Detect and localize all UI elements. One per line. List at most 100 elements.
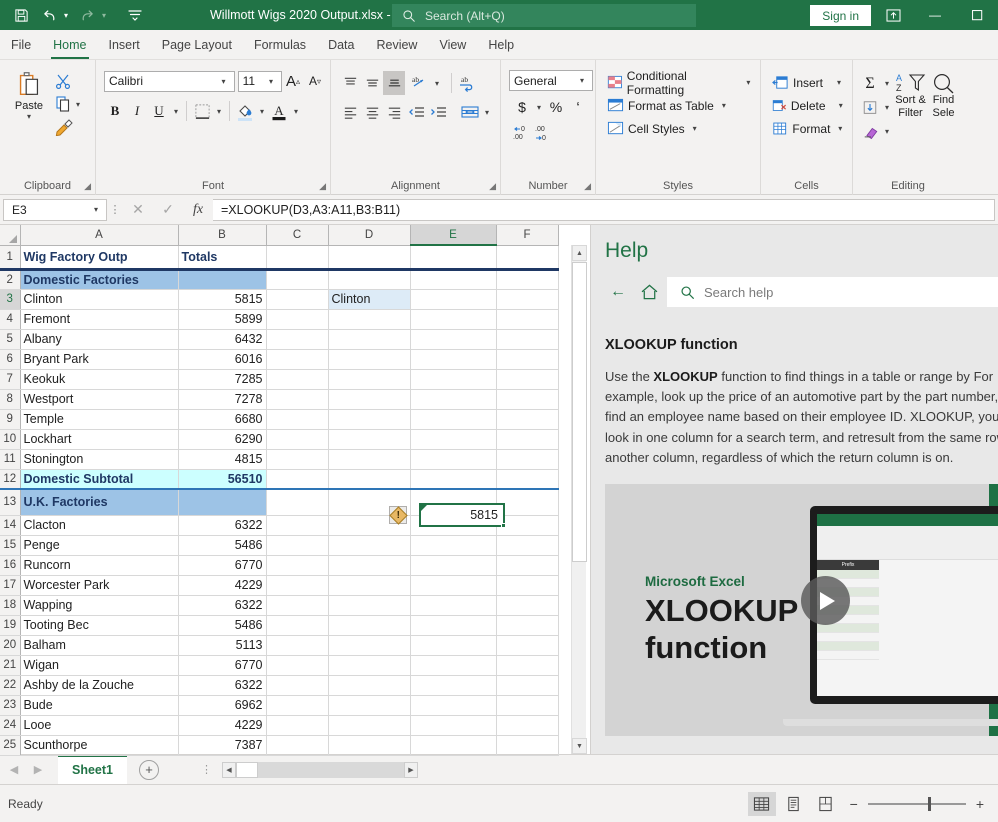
vertical-scroll-thumb[interactable]: [572, 262, 587, 562]
bottom-align-icon[interactable]: [383, 71, 405, 95]
row-header-15[interactable]: 15: [0, 535, 20, 555]
row-header-14[interactable]: 14: [0, 515, 20, 535]
align-right-icon[interactable]: [383, 100, 405, 124]
cell-c21[interactable]: [266, 655, 328, 675]
row-header-9[interactable]: 9: [0, 409, 20, 429]
insert-dropdown-icon[interactable]: ▾: [833, 78, 845, 87]
tab-formulas[interactable]: Formulas: [243, 31, 317, 59]
cell-e24[interactable]: [410, 715, 496, 735]
cell-a18[interactable]: Wapping: [20, 595, 178, 615]
cell-c15[interactable]: [266, 535, 328, 555]
cell-a3[interactable]: Clinton: [20, 289, 178, 309]
cell-a8[interactable]: Westport: [20, 389, 178, 409]
cell-f15[interactable]: [496, 535, 558, 555]
accounting-dropdown-icon[interactable]: ▾: [533, 103, 545, 112]
cell-c25[interactable]: [266, 735, 328, 755]
column-header-b[interactable]: B: [178, 225, 266, 245]
cell-f23[interactable]: [496, 695, 558, 715]
cell-a21[interactable]: Wigan: [20, 655, 178, 675]
row-header-25[interactable]: 25: [0, 735, 20, 755]
cell-a25[interactable]: Scunthorpe: [20, 735, 178, 755]
horizontal-scrollbar[interactable]: ◀ ▶: [222, 762, 418, 778]
cell-d11[interactable]: [328, 449, 410, 469]
cell-a14[interactable]: Clacton: [20, 515, 178, 535]
cell-f12[interactable]: [496, 469, 558, 489]
format-dropdown-icon[interactable]: ▾: [834, 124, 846, 133]
cell-d12[interactable]: [328, 469, 410, 489]
row-header-11[interactable]: 11: [0, 449, 20, 469]
scroll-down-icon[interactable]: ▼: [572, 738, 587, 754]
cell-e21[interactable]: [410, 655, 496, 675]
increase-decimal-icon[interactable]: .000: [533, 121, 555, 145]
cell-f21[interactable]: [496, 655, 558, 675]
italic-button[interactable]: I: [126, 99, 148, 123]
cell-f5[interactable]: [496, 329, 558, 349]
cell-a2[interactable]: Domestic Factories: [20, 269, 178, 289]
cell-e15[interactable]: [410, 535, 496, 555]
fill-down-icon[interactable]: [859, 96, 881, 120]
cell-a15[interactable]: Penge: [20, 535, 178, 555]
cell-d3[interactable]: Clinton: [328, 289, 410, 309]
cell-c24[interactable]: [266, 715, 328, 735]
underline-button[interactable]: U: [148, 99, 170, 123]
cell-c13[interactable]: [266, 489, 328, 515]
cell-b22[interactable]: 6322: [178, 675, 266, 695]
fill-dropdown-icon[interactable]: ▾: [881, 103, 893, 112]
cell-e25[interactable]: [410, 735, 496, 755]
cell-d22[interactable]: [328, 675, 410, 695]
number-dialog-launcher[interactable]: ◢: [584, 181, 591, 192]
cell-d25[interactable]: [328, 735, 410, 755]
font-color-dropdown-icon[interactable]: ▾: [290, 107, 302, 116]
cell-styles-dropdown-icon[interactable]: ▾: [689, 124, 701, 133]
cell-e18[interactable]: [410, 595, 496, 615]
enter-formula-icon[interactable]: ✓: [153, 198, 183, 222]
format-as-table-dropdown-icon[interactable]: ▾: [718, 101, 730, 110]
normal-view-button[interactable]: [748, 792, 776, 816]
insert-cells-button[interactable]: Insert ▾: [770, 71, 848, 94]
cell-d21[interactable]: [328, 655, 410, 675]
cell-a13[interactable]: U.K. Factories: [20, 489, 178, 515]
error-checking-icon[interactable]: !: [389, 506, 407, 524]
eraser-icon[interactable]: [859, 120, 881, 144]
cell-e16[interactable]: [410, 555, 496, 575]
cell-f20[interactable]: [496, 635, 558, 655]
row-header-13[interactable]: 13: [0, 489, 20, 515]
cell-d15[interactable]: [328, 535, 410, 555]
cell-c11[interactable]: [266, 449, 328, 469]
cell-e12[interactable]: [410, 469, 496, 489]
increase-indent-icon[interactable]: [427, 100, 449, 124]
row-header-16[interactable]: 16: [0, 555, 20, 575]
cell-c20[interactable]: [266, 635, 328, 655]
sign-in-button[interactable]: Sign in: [810, 5, 871, 26]
row-header-5[interactable]: 5: [0, 329, 20, 349]
cell-b21[interactable]: 6770: [178, 655, 266, 675]
cell-b16[interactable]: 6770: [178, 555, 266, 575]
tab-view[interactable]: View: [428, 31, 477, 59]
cell-a7[interactable]: Keokuk: [20, 369, 178, 389]
row-header-10[interactable]: 10: [0, 429, 20, 449]
cell-b12[interactable]: 56510: [178, 469, 266, 489]
cell-b17[interactable]: 4229: [178, 575, 266, 595]
number-format-select[interactable]: General ▾: [509, 70, 593, 91]
cell-b3[interactable]: 5815: [178, 289, 266, 309]
cell-e3[interactable]: [410, 289, 496, 309]
top-align-icon[interactable]: [339, 71, 361, 95]
cell-b23[interactable]: 6962: [178, 695, 266, 715]
sheet-next-icon[interactable]: ▶: [30, 763, 46, 776]
cell-b10[interactable]: 6290: [178, 429, 266, 449]
cell-d16[interactable]: [328, 555, 410, 575]
clear-dropdown-icon[interactable]: ▾: [881, 127, 893, 136]
number-format-dropdown-icon[interactable]: ▾: [576, 76, 588, 85]
cell-e5[interactable]: [410, 329, 496, 349]
merge-center-dropdown-icon[interactable]: ▾: [481, 108, 493, 117]
cell-f22[interactable]: [496, 675, 558, 695]
cell-d1[interactable]: [328, 245, 410, 269]
cell-c22[interactable]: [266, 675, 328, 695]
cell-a24[interactable]: Looe: [20, 715, 178, 735]
cell-b20[interactable]: 5113: [178, 635, 266, 655]
cell-b11[interactable]: 4815: [178, 449, 266, 469]
accounting-format-button[interactable]: $: [511, 95, 533, 119]
cell-f16[interactable]: [496, 555, 558, 575]
cell-c7[interactable]: [266, 369, 328, 389]
cell-d8[interactable]: [328, 389, 410, 409]
